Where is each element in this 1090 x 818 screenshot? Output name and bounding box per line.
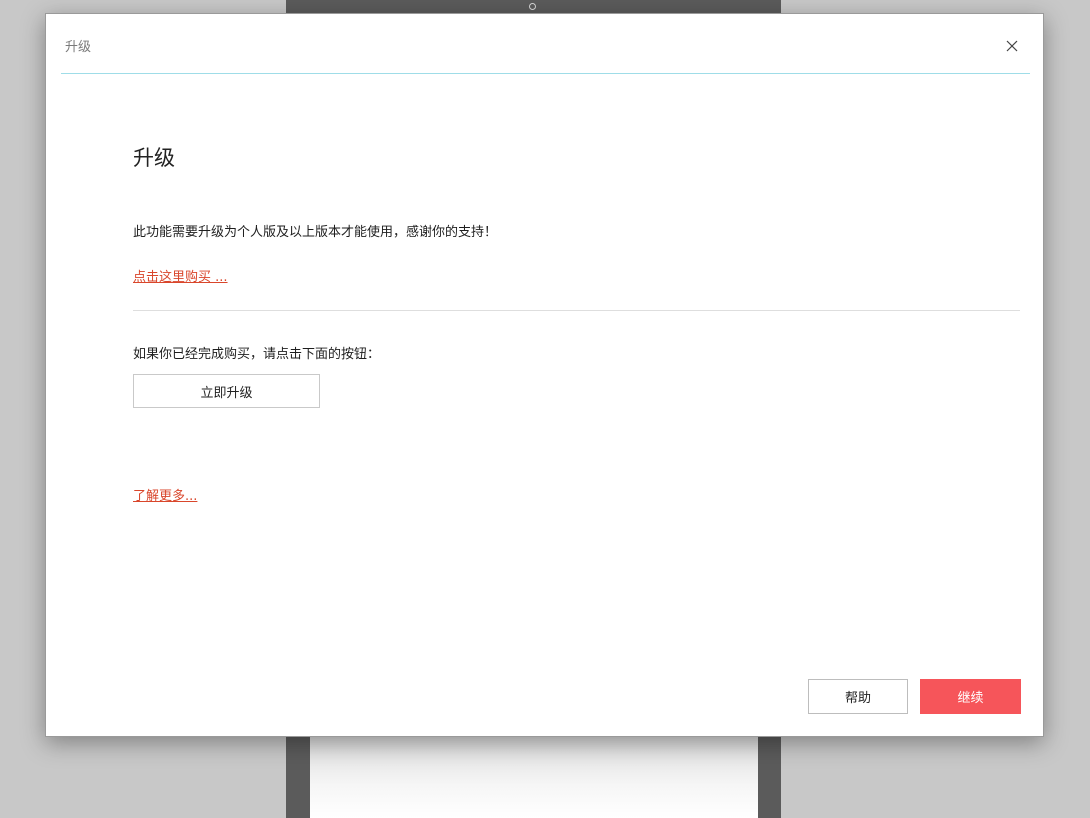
background-document-page [310, 737, 758, 818]
learn-more-link[interactable]: 了解更多... [133, 485, 197, 504]
buy-link[interactable]: 点击这里购买 ... [133, 266, 228, 285]
section-divider [133, 310, 1020, 311]
close-icon [1006, 40, 1018, 52]
upgrade-heading: 升级 [133, 146, 175, 170]
upgrade-description: 此功能需要升级为个人版及以上版本才能使用，感谢你的支持！ [133, 225, 498, 240]
title-divider [61, 73, 1030, 74]
upgrade-now-button[interactable]: 立即升级 [133, 374, 320, 408]
purchased-instruction: 如果你已经完成购买，请点击下面的按钮： [133, 347, 381, 362]
close-button[interactable] [998, 32, 1026, 60]
dialog-title: 升级 [65, 40, 92, 55]
continue-button[interactable]: 继续 [920, 679, 1021, 714]
background-circle-icon [529, 3, 536, 10]
upgrade-dialog: 升级 升级 此功能需要升级为个人版及以上版本才能使用，感谢你的支持！ 点击这里购… [45, 13, 1044, 737]
help-button[interactable]: 帮助 [808, 679, 908, 714]
